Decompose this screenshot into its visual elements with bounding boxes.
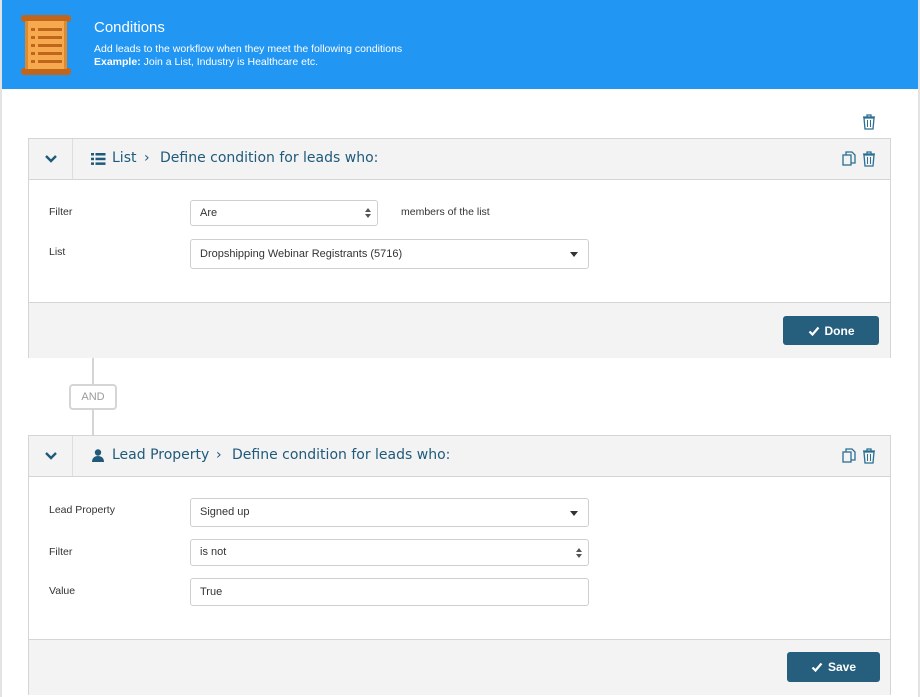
delete-all-trash-icon[interactable] — [862, 114, 876, 130]
and-connector-badge: AND — [69, 384, 117, 410]
list-dropdown-value: Dropshipping Webinar Registrants (5716) — [200, 248, 403, 260]
page-subtitle: Add leads to the workflow when they meet… — [94, 43, 402, 69]
condition-heading: Define condition for leads who: — [232, 447, 451, 463]
filter-label: Filter — [49, 546, 73, 558]
page-title: Conditions — [94, 19, 165, 36]
save-button-label: Save — [827, 660, 857, 674]
breadcrumb-separator: › — [216, 447, 222, 463]
filter-select[interactable]: Are — [190, 200, 378, 226]
value-input[interactable]: True — [190, 578, 589, 606]
example-label: Example: — [94, 56, 141, 68]
conditions-header: Conditions Add leads to the workflow whe… — [2, 0, 918, 89]
copy-icon[interactable] — [842, 151, 856, 167]
user-icon — [92, 449, 104, 462]
updown-arrows-icon — [576, 548, 582, 558]
condition-header: List › Define condition for leads who: — [29, 139, 890, 180]
value-input-text: True — [200, 586, 223, 598]
condition-body: Lead Property Signed up Filter is not Va… — [29, 477, 890, 639]
lead-property-value: Signed up — [200, 506, 250, 518]
dropdown-caret-icon — [570, 252, 578, 257]
value-label: Value — [49, 585, 76, 597]
condition-body: Filter Are members of the list List Drop… — [29, 180, 890, 302]
check-icon — [811, 662, 823, 673]
dropdown-caret-icon — [570, 511, 578, 516]
scroll-list-icon — [21, 15, 71, 75]
list-dropdown[interactable]: Dropshipping Webinar Registrants (5716) — [190, 239, 589, 269]
lead-property-label: Lead Property — [49, 504, 115, 516]
collapse-toggle[interactable] — [29, 436, 73, 476]
condition-heading: Define condition for leads who: — [160, 150, 379, 166]
collapse-toggle[interactable] — [29, 139, 73, 179]
chevron-down-icon — [45, 452, 57, 460]
connector-line — [92, 358, 94, 384]
done-button[interactable]: Done — [783, 316, 879, 345]
check-icon — [808, 326, 819, 336]
condition-type-label[interactable]: List — [112, 150, 136, 166]
condition-type-label[interactable]: Lead Property — [112, 447, 209, 463]
list-icon — [91, 153, 106, 165]
example-text: Join a List, Industry is Healthcare etc. — [140, 56, 319, 68]
lead-property-dropdown[interactable]: Signed up — [190, 498, 589, 527]
example-line: Example: Join a List, Industry is Health… — [94, 56, 402, 69]
condition-card-lead-property: Lead Property › Define condition for lea… — [28, 435, 891, 695]
condition-card-list: List › Define condition for leads who: F… — [28, 138, 891, 358]
filter-label: Filter — [49, 206, 73, 218]
condition-header: Lead Property › Define condition for lea… — [29, 436, 890, 477]
filter-select-value: is not — [200, 546, 227, 558]
filter-select-value: Are — [200, 207, 218, 219]
list-label: List — [49, 246, 66, 258]
done-button-label: Done — [824, 323, 855, 338]
condition-footer: Done — [29, 302, 890, 358]
breadcrumb-separator: › — [144, 150, 150, 166]
connector-line — [92, 410, 94, 436]
updown-arrows-icon — [365, 208, 371, 218]
filter-select[interactable]: is not — [190, 539, 589, 566]
delete-condition-trash-icon[interactable] — [862, 448, 876, 464]
condition-footer: Save — [29, 639, 890, 695]
copy-icon[interactable] — [842, 448, 856, 464]
chevron-down-icon — [45, 155, 57, 163]
filter-suffix: members of the list — [401, 206, 490, 218]
delete-condition-trash-icon[interactable] — [862, 151, 876, 167]
save-button[interactable]: Save — [787, 652, 880, 682]
subtitle-line: Add leads to the workflow when they meet… — [94, 43, 403, 55]
